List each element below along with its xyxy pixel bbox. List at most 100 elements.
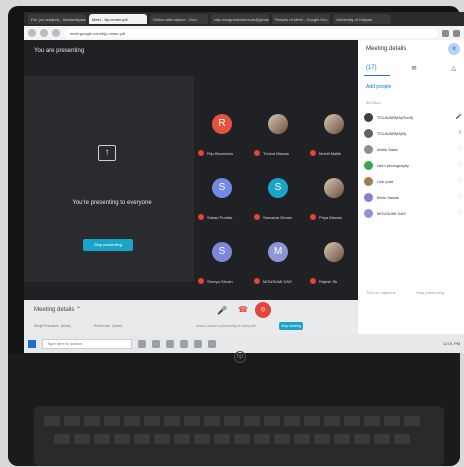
keyboard-key xyxy=(174,434,190,444)
participant-tile[interactable]: Tuhina Biswas xyxy=(250,100,304,162)
taskbar-app-icon[interactable] xyxy=(166,339,174,348)
tab-meet[interactable]: Meet - bjo-nmwr-ydt xyxy=(89,14,147,24)
people-row[interactable]: TOLAVARMA(B) ⇪ xyxy=(364,126,462,140)
keyboard-key xyxy=(324,416,340,426)
taskbar-app-icon[interactable] xyxy=(152,339,160,348)
extension-icon[interactable] xyxy=(442,29,449,37)
tab-4[interactable]: cbjc.anugrahkrishna.pk@gmail xyxy=(211,14,269,24)
taskbar-app-icon[interactable] xyxy=(208,339,216,348)
keyboard-key xyxy=(284,416,300,426)
people-row[interactable]: Hero photography ⋮ xyxy=(364,158,462,172)
avatar xyxy=(268,114,288,134)
mic-icon[interactable]: 🎤 xyxy=(456,114,462,120)
more-icon[interactable]: ⋮ xyxy=(457,146,462,152)
presenting-message: You're presenting to everyone xyxy=(72,200,152,206)
refresh-icon[interactable] xyxy=(52,29,60,37)
meeting-details-link[interactable]: Meeting details ⌃ xyxy=(34,306,81,313)
participant-name-row: Riju Bhowmick xyxy=(198,150,233,156)
muted-icon xyxy=(310,150,316,156)
keyboard-key xyxy=(274,434,290,444)
people-row[interactable]: Abhik Saha ⋮ xyxy=(364,142,462,156)
keyboard-key xyxy=(224,416,240,426)
taskbar-app-icon[interactable] xyxy=(180,339,188,348)
participant-tile[interactable]: S Shreya Ghosh xyxy=(194,228,248,290)
mini-participant-sub: (Mute) xyxy=(60,324,71,328)
more-icon[interactable]: ⋮ xyxy=(457,194,462,200)
avatar xyxy=(324,178,344,198)
windows-start-icon[interactable] xyxy=(28,339,36,348)
more-icon[interactable]: ⋮ xyxy=(457,210,462,216)
mic-icon[interactable]: 🎤 xyxy=(216,306,228,318)
taskbar-app-icon[interactable] xyxy=(194,339,202,348)
present-now-button[interactable]: Stop presenting xyxy=(416,290,444,295)
close-icon[interactable]: × xyxy=(448,43,460,55)
mini-participant[interactable]: Rohit Kale (Mute) xyxy=(94,322,122,330)
muted-icon xyxy=(198,214,204,220)
keyboard-key xyxy=(184,416,200,426)
avatar xyxy=(364,160,373,170)
tab-activities[interactable]: △ xyxy=(451,65,456,72)
people-row[interactable]: TOLAVARMA(Rohit) 🎤 xyxy=(364,110,462,124)
present-icon[interactable]: ⇪ xyxy=(458,130,462,136)
people-row[interactable]: MOUSUMI DAS ⋮ xyxy=(364,206,462,220)
photo-of-laptop: Fw: (no subject) - Mahavidyalay Meet - b… xyxy=(0,0,464,467)
tab-chat[interactable]: ✉ xyxy=(412,65,417,72)
keyboard-key xyxy=(194,434,210,444)
more-icon[interactable]: ⋮ xyxy=(457,178,462,184)
keyboard-key xyxy=(364,416,380,426)
keyboard-key xyxy=(164,416,180,426)
tab-6[interactable]: University of Kalyani xyxy=(333,14,391,24)
people-name: MOUSUMI DAS xyxy=(377,210,406,216)
people-name: TOLAVARMA(Rohit) xyxy=(377,114,414,120)
stop-sharing-chip[interactable]: Stop sharing xyxy=(279,322,303,330)
participant-tile[interactable]: Priya Biswas xyxy=(306,164,360,226)
presenting-label: You are presenting xyxy=(34,48,85,54)
profile-icon[interactable] xyxy=(453,29,460,37)
tab-3[interactable]: Online attendance - Goo xyxy=(150,14,208,24)
browser-tabs: Fw: (no subject) - Mahavidyalay Meet - b… xyxy=(24,12,464,26)
keyboard xyxy=(34,406,444,466)
participant-name: MOUSUMI DAS xyxy=(263,278,292,284)
taskbar-app-icon[interactable] xyxy=(138,339,146,348)
windows-taskbar: Type here to search 12:01 PM xyxy=(24,334,464,353)
participant-tile[interactable]: M MOUSUMI DAS xyxy=(250,228,304,290)
tab-1[interactable]: Fw: (no subject) - Mahavidyalay xyxy=(28,14,86,24)
people-row[interactable]: Bhim Sarkar ⋮ xyxy=(364,190,462,204)
forward-icon[interactable] xyxy=(40,29,48,37)
participant-tile[interactable]: Mohiti Mallik xyxy=(306,100,360,162)
captions-toggle[interactable]: Turn on captions xyxy=(366,290,396,295)
participants-grid: R Riju Bhowmick Tuhina Biswas Mohiti Mal… xyxy=(194,100,360,290)
participant-name-row: Samama Ghosh xyxy=(254,214,292,220)
people-row[interactable]: Link poet ⋮ xyxy=(364,174,462,188)
keyboard-key xyxy=(314,434,330,444)
camera-off-icon[interactable]: ⦸ xyxy=(255,302,271,318)
participant-tile[interactable]: S Sabari Poddar xyxy=(194,164,248,226)
mini-participant[interactable]: Ranjit Pramanik (Mute) xyxy=(34,322,71,330)
people-name: Link poet xyxy=(377,178,394,184)
participant-name-row: Rajesh Sk xyxy=(310,278,337,284)
keyboard-key xyxy=(384,416,400,426)
more-icon[interactable]: ⋮ xyxy=(457,162,462,168)
participant-tile[interactable]: R Riju Bhowmick xyxy=(194,100,248,162)
keyboard-key xyxy=(64,416,80,426)
participant-tile[interactable]: S Samama Ghosh xyxy=(250,164,304,226)
taskbar-search-input[interactable]: Type here to search xyxy=(42,338,132,349)
back-icon[interactable] xyxy=(28,29,36,37)
keyboard-key xyxy=(44,416,60,426)
address-bar[interactable]: meet.google.com/bjo-nmwr-ydt xyxy=(64,28,438,38)
avatar xyxy=(324,114,344,134)
keyboard-key xyxy=(404,416,420,426)
add-people-button[interactable]: Add people xyxy=(366,84,391,90)
keyboard-key xyxy=(294,434,310,444)
keyboard-key xyxy=(94,434,110,444)
participant-tile[interactable]: Rajesh Sk xyxy=(306,228,360,290)
keyboard-key xyxy=(124,416,140,426)
avatar: S xyxy=(212,242,232,262)
meeting-details-panel: Meeting details × (17) ✉ △ Add people IN… xyxy=(358,40,464,353)
stop-presenting-button[interactable]: Stop presenting xyxy=(83,239,133,251)
tab-people[interactable]: (17) xyxy=(366,65,377,71)
people-name: Bhim Sarkar xyxy=(377,194,400,200)
avatar xyxy=(324,242,344,262)
tab-5[interactable]: Results of Meet - Google Doc xyxy=(272,14,330,24)
hangup-icon[interactable]: ☎ xyxy=(236,305,250,319)
